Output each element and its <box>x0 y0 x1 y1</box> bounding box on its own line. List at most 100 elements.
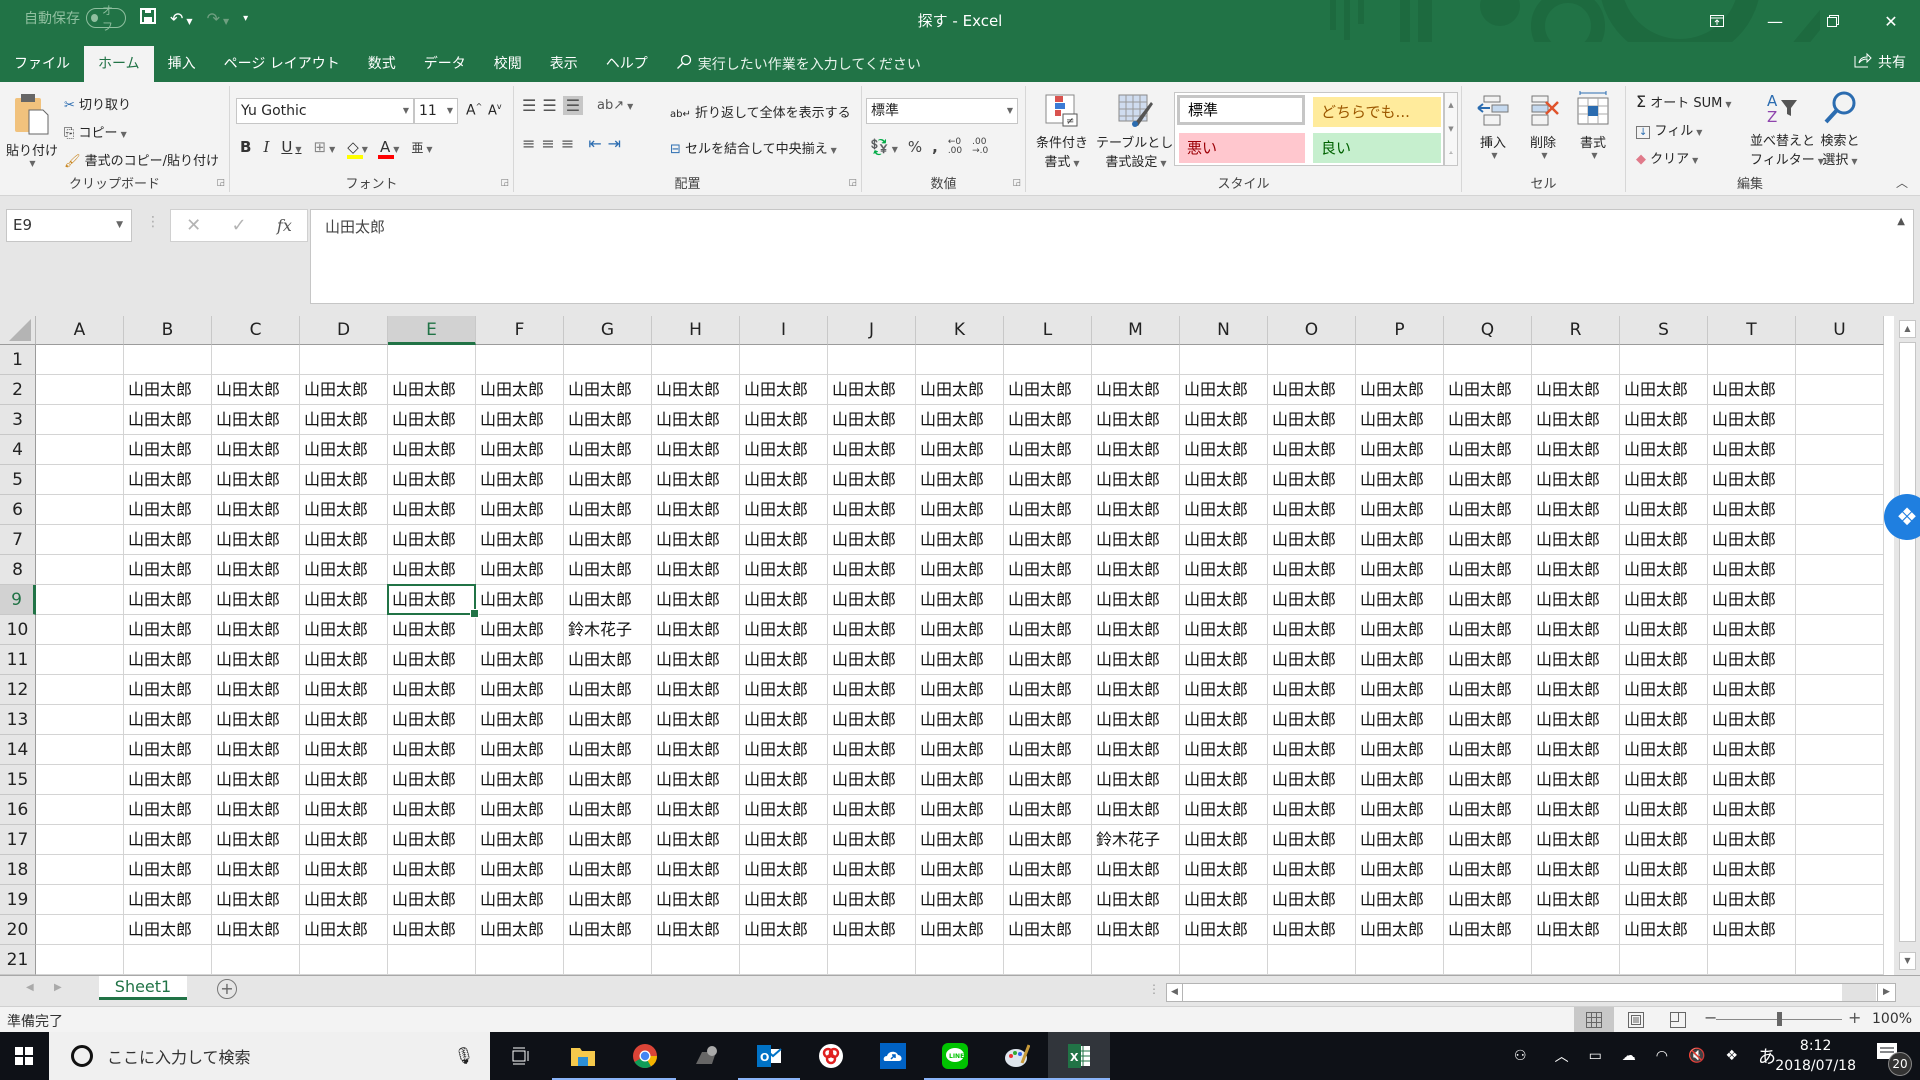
ribbon-display-options-icon[interactable] <box>1688 0 1746 42</box>
cell-i11[interactable]: 山田太郎 <box>740 645 828 675</box>
next-sheet-icon[interactable]: ▶ <box>54 982 62 993</box>
cell-e19[interactable]: 山田太郎 <box>388 885 476 915</box>
row-header-7[interactable]: 7 <box>0 525 36 555</box>
scroll-up-icon[interactable]: ▲ <box>1899 320 1916 338</box>
cell-j5[interactable]: 山田太郎 <box>828 465 916 495</box>
cell-l2[interactable]: 山田太郎 <box>1004 375 1092 405</box>
cell-p9[interactable]: 山田太郎 <box>1356 585 1444 615</box>
cell-m5[interactable]: 山田太郎 <box>1092 465 1180 495</box>
cell-n2[interactable]: 山田太郎 <box>1180 375 1268 405</box>
cell-b3[interactable]: 山田太郎 <box>124 405 212 435</box>
cell-d12[interactable]: 山田太郎 <box>300 675 388 705</box>
cell-m14[interactable]: 山田太郎 <box>1092 735 1180 765</box>
cell-k3[interactable]: 山田太郎 <box>916 405 1004 435</box>
cell-e21[interactable] <box>388 945 476 975</box>
cell-g17[interactable]: 山田太郎 <box>564 825 652 855</box>
cell-r17[interactable]: 山田太郎 <box>1532 825 1620 855</box>
cell-a12[interactable] <box>36 675 124 705</box>
cell-t1[interactable] <box>1708 345 1796 375</box>
cell-j1[interactable] <box>828 345 916 375</box>
style-bad[interactable]: 悪い <box>1179 133 1305 163</box>
cell-e3[interactable]: 山田太郎 <box>388 405 476 435</box>
cell-t9[interactable]: 山田太郎 <box>1708 585 1796 615</box>
cell-g20[interactable]: 山田太郎 <box>564 915 652 945</box>
column-header-n[interactable]: N <box>1180 316 1268 345</box>
cell-d18[interactable]: 山田太郎 <box>300 855 388 885</box>
cell-p7[interactable]: 山田太郎 <box>1356 525 1444 555</box>
cell-g2[interactable]: 山田太郎 <box>564 375 652 405</box>
cell-d16[interactable]: 山田太郎 <box>300 795 388 825</box>
cell-t8[interactable]: 山田太郎 <box>1708 555 1796 585</box>
cell-u10[interactable] <box>1796 615 1884 645</box>
cell-l7[interactable]: 山田太郎 <box>1004 525 1092 555</box>
cell-r18[interactable]: 山田太郎 <box>1532 855 1620 885</box>
cell-r3[interactable]: 山田太郎 <box>1532 405 1620 435</box>
cell-t21[interactable] <box>1708 945 1796 975</box>
font-color-icon[interactable]: A▼ <box>380 138 399 156</box>
cell-f6[interactable]: 山田太郎 <box>476 495 564 525</box>
cell-q4[interactable]: 山田太郎 <box>1444 435 1532 465</box>
cell-n3[interactable]: 山田太郎 <box>1180 405 1268 435</box>
cell-o4[interactable]: 山田太郎 <box>1268 435 1356 465</box>
cell-a5[interactable] <box>36 465 124 495</box>
cell-c7[interactable]: 山田太郎 <box>212 525 300 555</box>
vertical-scrollbar[interactable]: ▲ ▼ <box>1894 316 1920 975</box>
style-normal[interactable]: 標準 <box>1177 95 1305 125</box>
cell-m1[interactable] <box>1092 345 1180 375</box>
cell-e17[interactable]: 山田太郎 <box>388 825 476 855</box>
cell-p5[interactable]: 山田太郎 <box>1356 465 1444 495</box>
worksheet-grid[interactable]: ABCDEFGHIJKLMNOPQRSTU 123456789101112131… <box>0 316 1894 975</box>
cell-j16[interactable]: 山田太郎 <box>828 795 916 825</box>
cell-u2[interactable] <box>1796 375 1884 405</box>
cell-m9[interactable]: 山田太郎 <box>1092 585 1180 615</box>
cell-e2[interactable]: 山田太郎 <box>388 375 476 405</box>
cell-l21[interactable] <box>1004 945 1092 975</box>
cell-g19[interactable]: 山田太郎 <box>564 885 652 915</box>
cell-g15[interactable]: 山田太郎 <box>564 765 652 795</box>
autosum-button[interactable]: Σ オート SUM▼ <box>1636 92 1732 111</box>
cell-s13[interactable]: 山田太郎 <box>1620 705 1708 735</box>
cell-o7[interactable]: 山田太郎 <box>1268 525 1356 555</box>
onedrive-sync-icon[interactable]: ☁ <box>1622 1048 1636 1064</box>
cell-f12[interactable]: 山田太郎 <box>476 675 564 705</box>
cell-i18[interactable]: 山田太郎 <box>740 855 828 885</box>
cell-n1[interactable] <box>1180 345 1268 375</box>
cell-h15[interactable]: 山田太郎 <box>652 765 740 795</box>
cell-s16[interactable]: 山田太郎 <box>1620 795 1708 825</box>
cell-c12[interactable]: 山田太郎 <box>212 675 300 705</box>
cell-r2[interactable]: 山田太郎 <box>1532 375 1620 405</box>
cell-h4[interactable]: 山田太郎 <box>652 435 740 465</box>
cell-u19[interactable] <box>1796 885 1884 915</box>
cell-f20[interactable]: 山田太郎 <box>476 915 564 945</box>
cell-d1[interactable] <box>300 345 388 375</box>
cell-p3[interactable]: 山田太郎 <box>1356 405 1444 435</box>
cell-h6[interactable]: 山田太郎 <box>652 495 740 525</box>
cell-k10[interactable]: 山田太郎 <box>916 615 1004 645</box>
cell-q10[interactable]: 山田太郎 <box>1444 615 1532 645</box>
cell-b13[interactable]: 山田太郎 <box>124 705 212 735</box>
cell-j6[interactable]: 山田太郎 <box>828 495 916 525</box>
cell-k20[interactable]: 山田太郎 <box>916 915 1004 945</box>
cell-p14[interactable]: 山田太郎 <box>1356 735 1444 765</box>
wrap-text-button[interactable]: ab↵ 折り返して全体を表示する <box>670 102 851 121</box>
paste-button[interactable]: 貼り付け ▼ <box>6 92 56 168</box>
cell-s2[interactable]: 山田太郎 <box>1620 375 1708 405</box>
cell-k9[interactable]: 山田太郎 <box>916 585 1004 615</box>
cancel-icon[interactable]: ✕ <box>186 215 201 236</box>
cell-c10[interactable]: 山田太郎 <box>212 615 300 645</box>
gallery-scroll-down-icon[interactable]: ▼ <box>1445 117 1457 141</box>
insert-function-icon[interactable]: fx <box>277 216 292 235</box>
cell-u9[interactable] <box>1796 585 1884 615</box>
cell-n4[interactable]: 山田太郎 <box>1180 435 1268 465</box>
cell-e12[interactable]: 山田太郎 <box>388 675 476 705</box>
row-header-11[interactable]: 11 <box>0 645 36 675</box>
cell-r1[interactable] <box>1532 345 1620 375</box>
cell-u7[interactable] <box>1796 525 1884 555</box>
cell-e15[interactable]: 山田太郎 <box>388 765 476 795</box>
excel-icon[interactable]: X <box>1048 1032 1110 1080</box>
cell-k17[interactable]: 山田太郎 <box>916 825 1004 855</box>
cell-q13[interactable]: 山田太郎 <box>1444 705 1532 735</box>
cell-h17[interactable]: 山田太郎 <box>652 825 740 855</box>
cell-h20[interactable]: 山田太郎 <box>652 915 740 945</box>
cell-i3[interactable]: 山田太郎 <box>740 405 828 435</box>
